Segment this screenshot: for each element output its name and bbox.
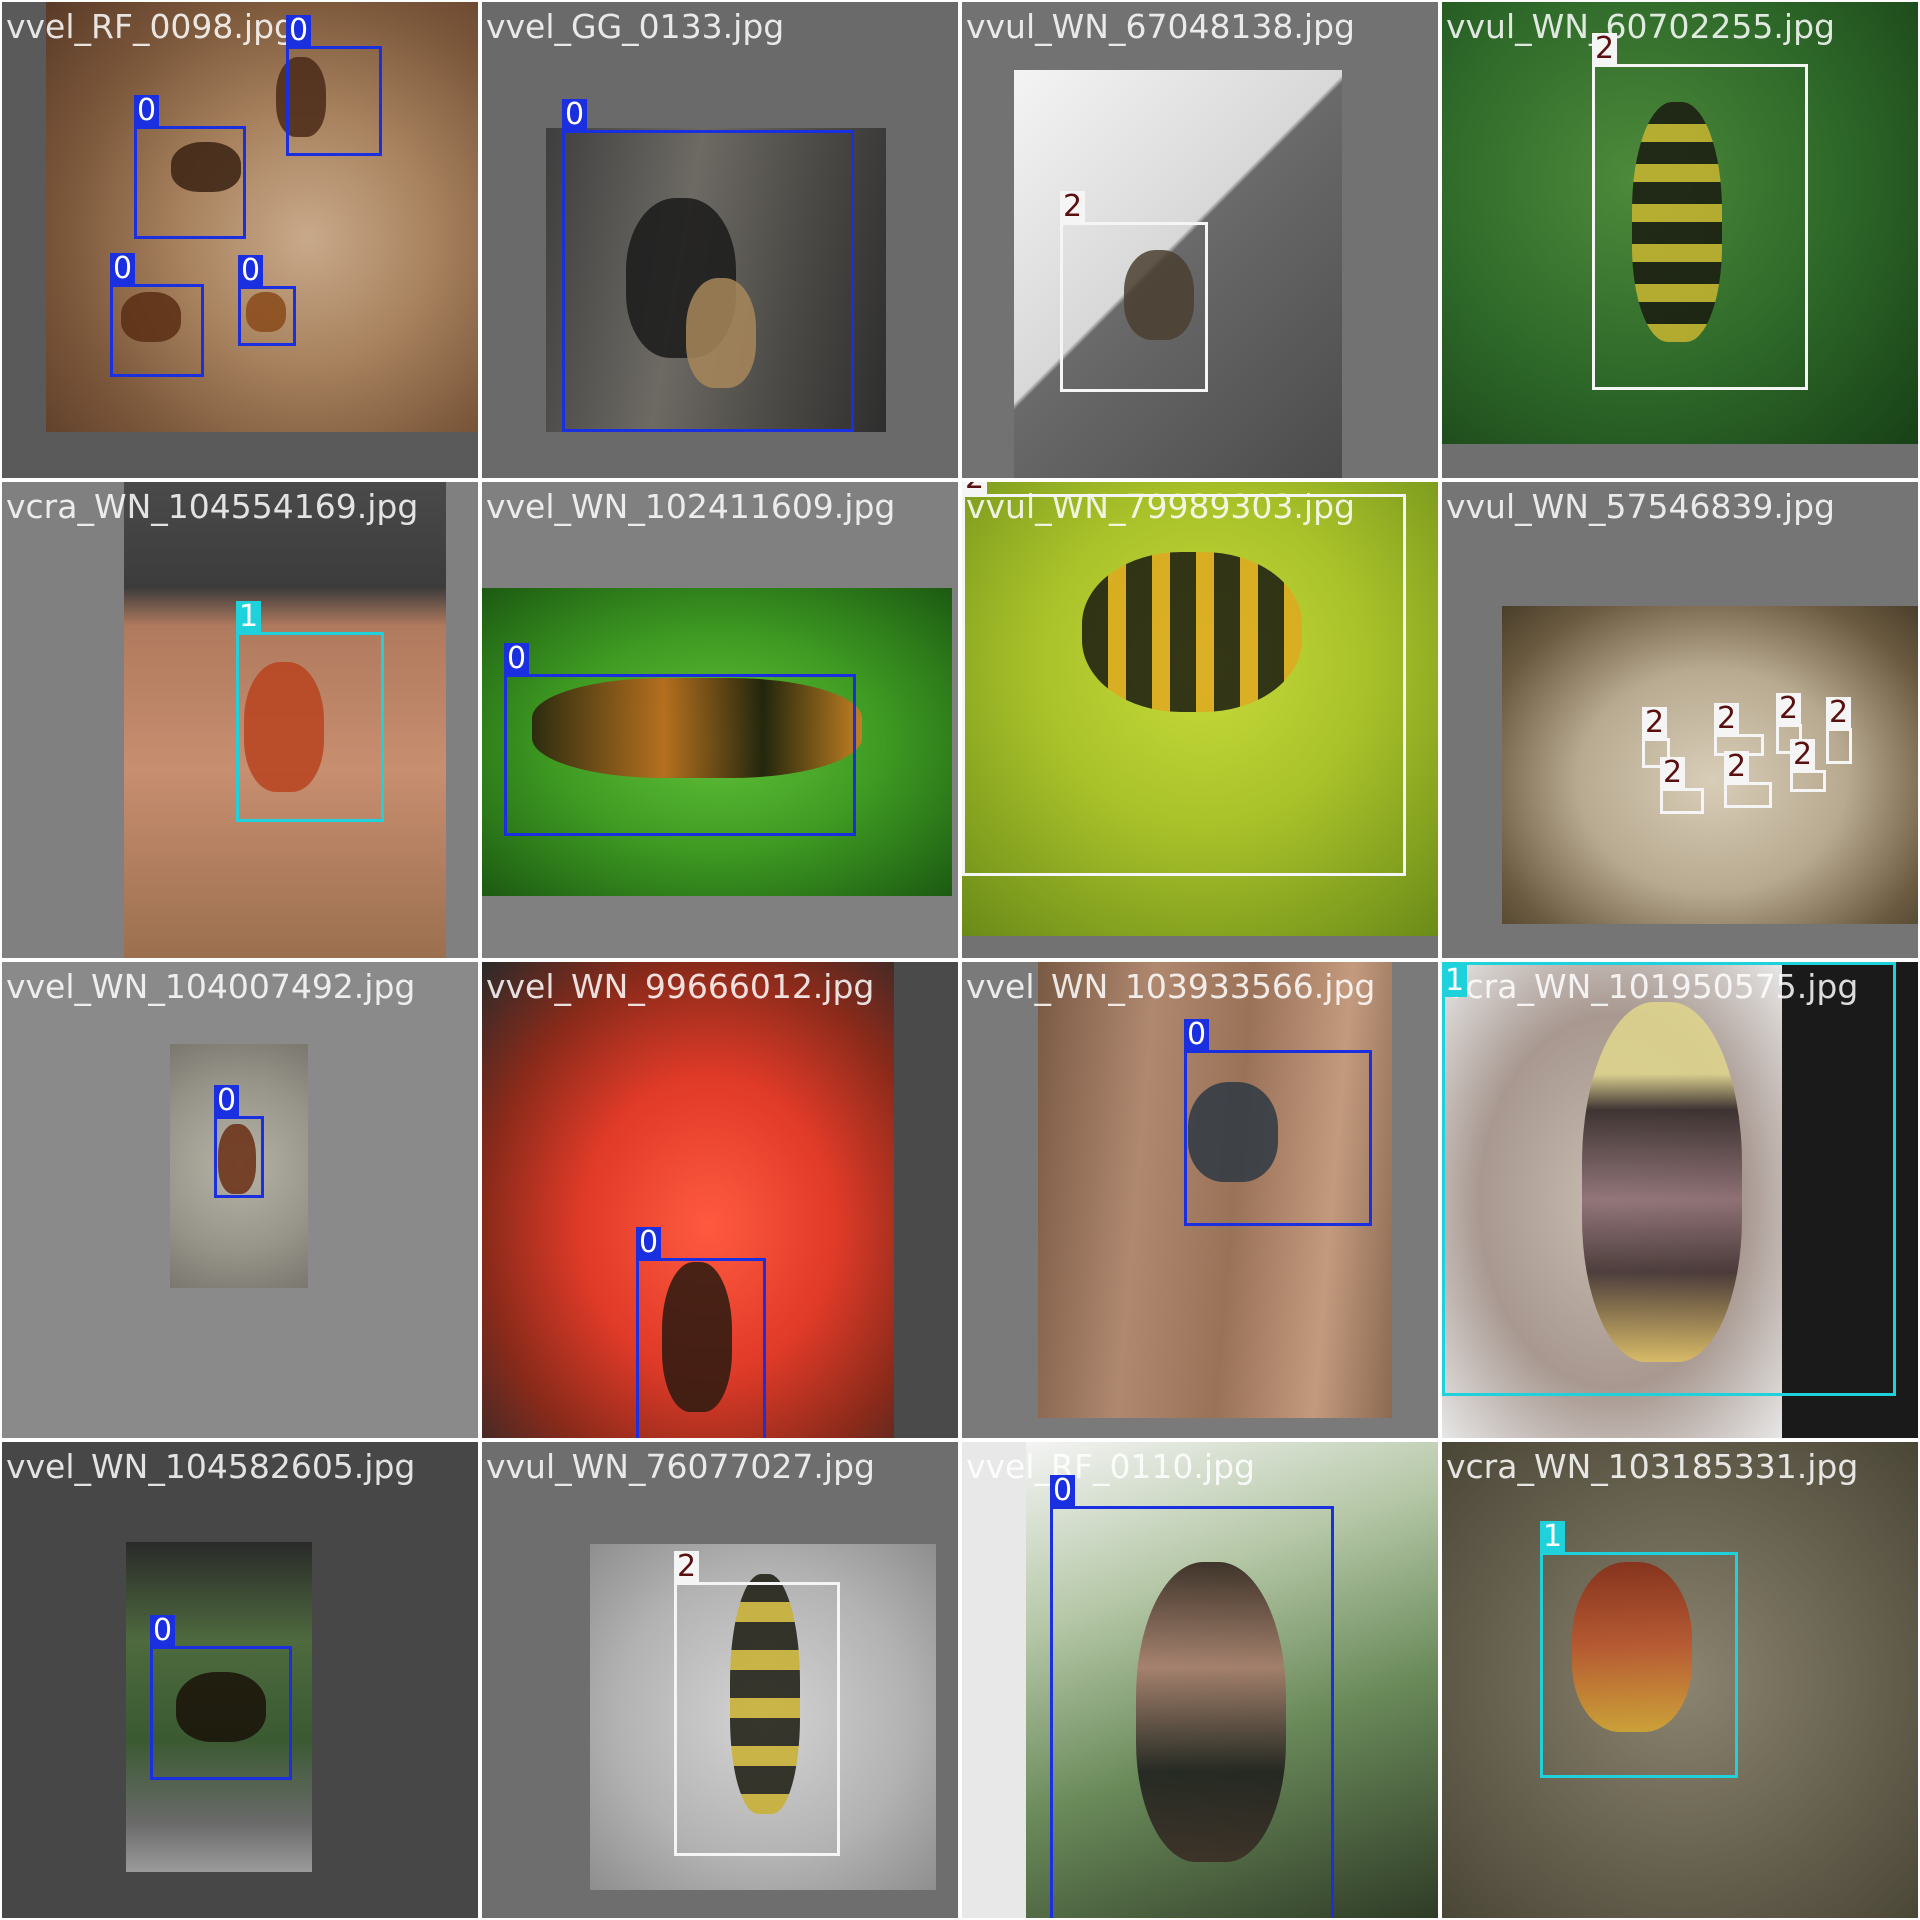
tile-vvul-wn-57546839: vvul_WN_57546839.jpg 2 2 2 2 2 2 2 [1440, 480, 1920, 960]
tile-vvel-wn-102411609: vvel_WN_102411609.jpg 0 [480, 480, 960, 960]
bounding-box: 0 [504, 643, 856, 836]
tile-vcra-wn-104554169: vcra_WN_104554169.jpg 1 [0, 480, 480, 960]
tile-vvul-wn-76077027: vvul_WN_76077027.jpg 2 [480, 1440, 960, 1920]
tile-filename: vvul_WN_67048138.jpg [966, 7, 1355, 46]
bounding-box: 0 [562, 99, 854, 432]
tile-vcra-wn-101950575: vcra_WN_101950575.jpg 1 [1440, 960, 1920, 1440]
tile-filename: vvel_WN_104007492.jpg [6, 967, 416, 1006]
bounding-box: 2 [1660, 757, 1704, 814]
bounding-box: 0 [238, 255, 296, 346]
class-label: 0 [562, 99, 588, 131]
bounding-box: 0 [636, 1227, 766, 1438]
bounding-box: 2 [1724, 751, 1772, 808]
tile-vvel-rf-0098: vvel_RF_0098.jpg 0 0 0 0 [0, 0, 480, 480]
tile-vvul-wn-79989303: vvul_WN_79989303.jpg 2 [960, 480, 1440, 960]
tile-filename: vvel_WN_102411609.jpg [486, 487, 896, 526]
bounding-box: 0 [110, 253, 204, 377]
tile-vcra-wn-103185331: vcra_WN_103185331.jpg 1 [1440, 1440, 1920, 1920]
class-label: 2 [674, 1551, 700, 1583]
class-label: 2 [1826, 697, 1852, 729]
bounding-box: 1 [1442, 962, 1896, 1396]
class-label: 0 [286, 15, 312, 47]
class-label: 2 [1642, 707, 1668, 739]
class-label: 1 [1540, 1521, 1566, 1553]
tile-filename: vvul_WN_57546839.jpg [1446, 487, 1835, 526]
bounding-box: 2 [1826, 697, 1852, 764]
class-label: 0 [110, 253, 136, 285]
class-label: 0 [1184, 1019, 1210, 1051]
class-label: 0 [238, 255, 264, 287]
class-label: 0 [214, 1085, 240, 1117]
tile-vvel-wn-104007492: vvel_WN_104007492.jpg 0 [0, 960, 480, 1440]
class-label: 2 [1714, 703, 1740, 735]
class-label: 0 [504, 643, 530, 675]
class-label: 2 [1724, 751, 1750, 783]
class-label: 0 [636, 1227, 662, 1259]
class-label: 0 [134, 95, 160, 127]
paper-nest-photo [1502, 606, 1918, 924]
bounding-box: 1 [236, 601, 384, 822]
bounding-box: 0 [134, 95, 246, 239]
detection-mosaic: vvel_RF_0098.jpg 0 0 0 0 vvel_GG_0133.jp… [0, 0, 1920, 1920]
bounding-box: 0 [286, 15, 382, 156]
bounding-box: 0 [1050, 1475, 1334, 1918]
tile-vvul-wn-60702255: vvul_WN_60702255.jpg 2 [1440, 0, 1920, 480]
class-label: 2 [1060, 191, 1086, 223]
bounding-box: 2 [1592, 33, 1808, 390]
class-label: 2 [1790, 739, 1816, 771]
tile-vvul-wn-67048138: vvul_WN_67048138.jpg 2 [960, 0, 1440, 480]
tile-vvel-gg-0133: vvel_GG_0133.jpg 0 [480, 0, 960, 480]
bounding-box: 2 [962, 482, 1406, 876]
class-label: 1 [1442, 965, 1468, 997]
bounding-box: 0 [150, 1615, 292, 1780]
bounding-box: 2 [674, 1551, 840, 1856]
class-label: 2 [1660, 757, 1686, 789]
bounding-box: 2 [1790, 739, 1826, 792]
tile-vvel-wn-104582605: vvel_WN_104582605.jpg 0 [0, 1440, 480, 1920]
bounding-box: 0 [1184, 1019, 1372, 1226]
class-label: 0 [150, 1615, 176, 1647]
bounding-box: 0 [214, 1085, 264, 1198]
class-label: 2 [1592, 33, 1618, 65]
tile-vvel-wn-99666012: vvel_WN_99666012.jpg 0 [480, 960, 960, 1440]
class-label: 2 [1776, 693, 1802, 725]
tile-vvel-rf-0110: vvel_RF_0110.jpg 0 [960, 1440, 1440, 1920]
tile-vvel-wn-103933566: vvel_WN_103933566.jpg 0 [960, 960, 1440, 1440]
bounding-box: 1 [1540, 1521, 1738, 1778]
tile-filename: vvel_WN_104582605.jpg [6, 1447, 416, 1486]
bounding-box: 2 [1060, 191, 1208, 392]
tile-filename: vvul_WN_76077027.jpg [486, 1447, 875, 1486]
tile-filename: vvel_GG_0133.jpg [486, 7, 785, 46]
class-label: 1 [236, 601, 262, 633]
class-label: 2 [962, 482, 988, 495]
class-label: 0 [1050, 1475, 1076, 1507]
